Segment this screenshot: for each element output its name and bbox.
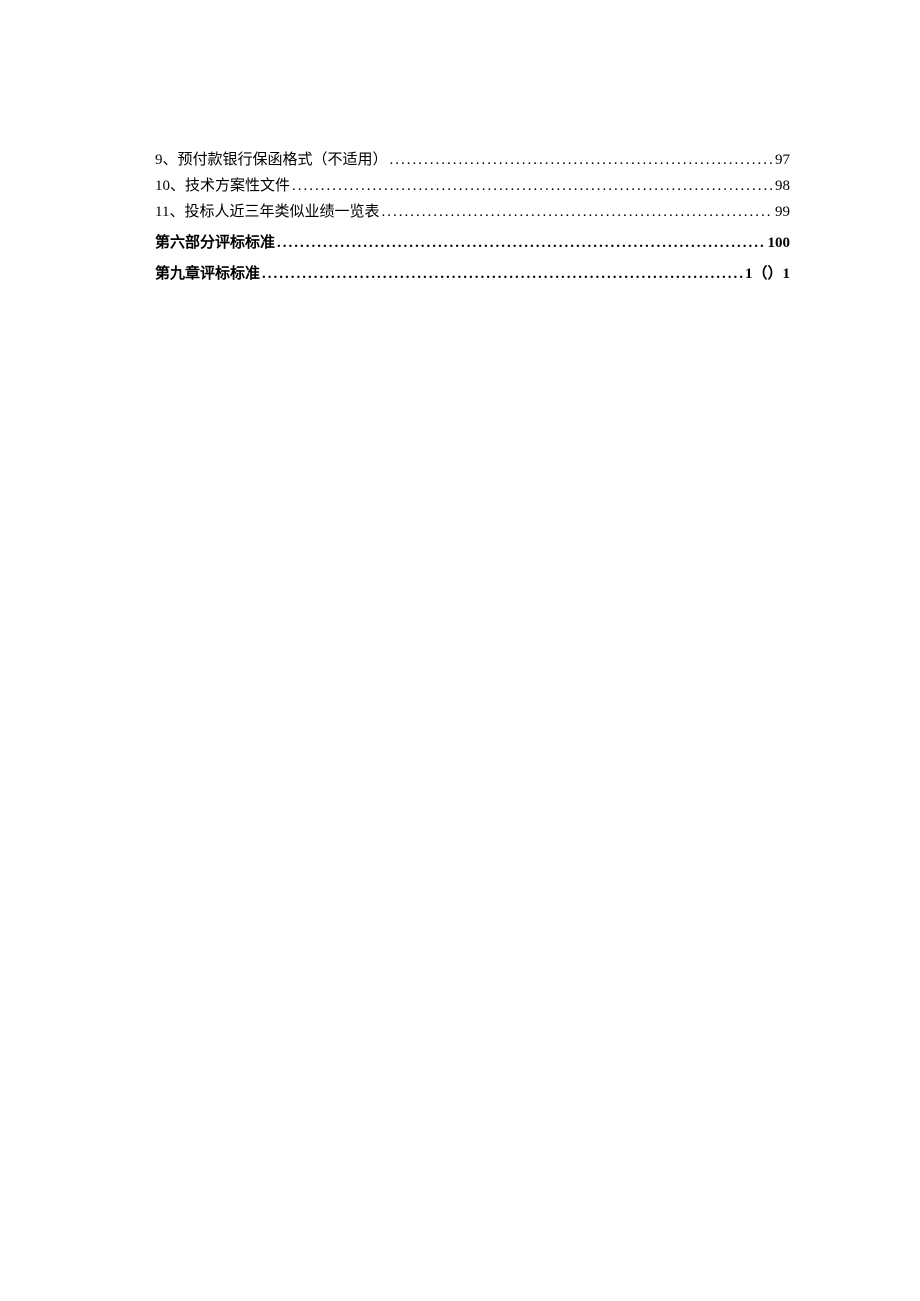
toc-entry: 11、投标人近三年类似业绩一览表 99 [155,200,790,221]
toc-dots [292,178,773,195]
toc-section-entry: 第六部分评标标准 100 [155,231,790,252]
toc-page: 98 [775,178,790,195]
toc-section-page: 100 [768,235,791,252]
toc-label: 11、投标人近三年类似业绩一览表 [155,200,379,221]
toc-section-label: 第九章评标标准 [155,262,260,283]
toc-entry: 9、预付款银行保函格式（不适用） 97 [155,148,790,169]
table-of-contents: 9、预付款银行保函格式（不适用） 97 10、技术方案性文件 98 11、投标人… [155,148,790,283]
toc-dots [381,204,773,221]
toc-section-page: 1（）1 [745,262,790,283]
toc-page: 99 [775,204,790,221]
toc-label: 9、预付款银行保函格式（不适用） [155,148,388,169]
toc-dots [262,266,743,283]
toc-section-entry: 第九章评标标准 1（）1 [155,262,790,283]
toc-entry: 10、技术方案性文件 98 [155,174,790,195]
toc-label: 10、技术方案性文件 [155,174,290,195]
toc-dots [390,152,773,169]
toc-section-label: 第六部分评标标准 [155,231,275,252]
toc-dots [277,235,765,252]
toc-page: 97 [775,152,790,169]
